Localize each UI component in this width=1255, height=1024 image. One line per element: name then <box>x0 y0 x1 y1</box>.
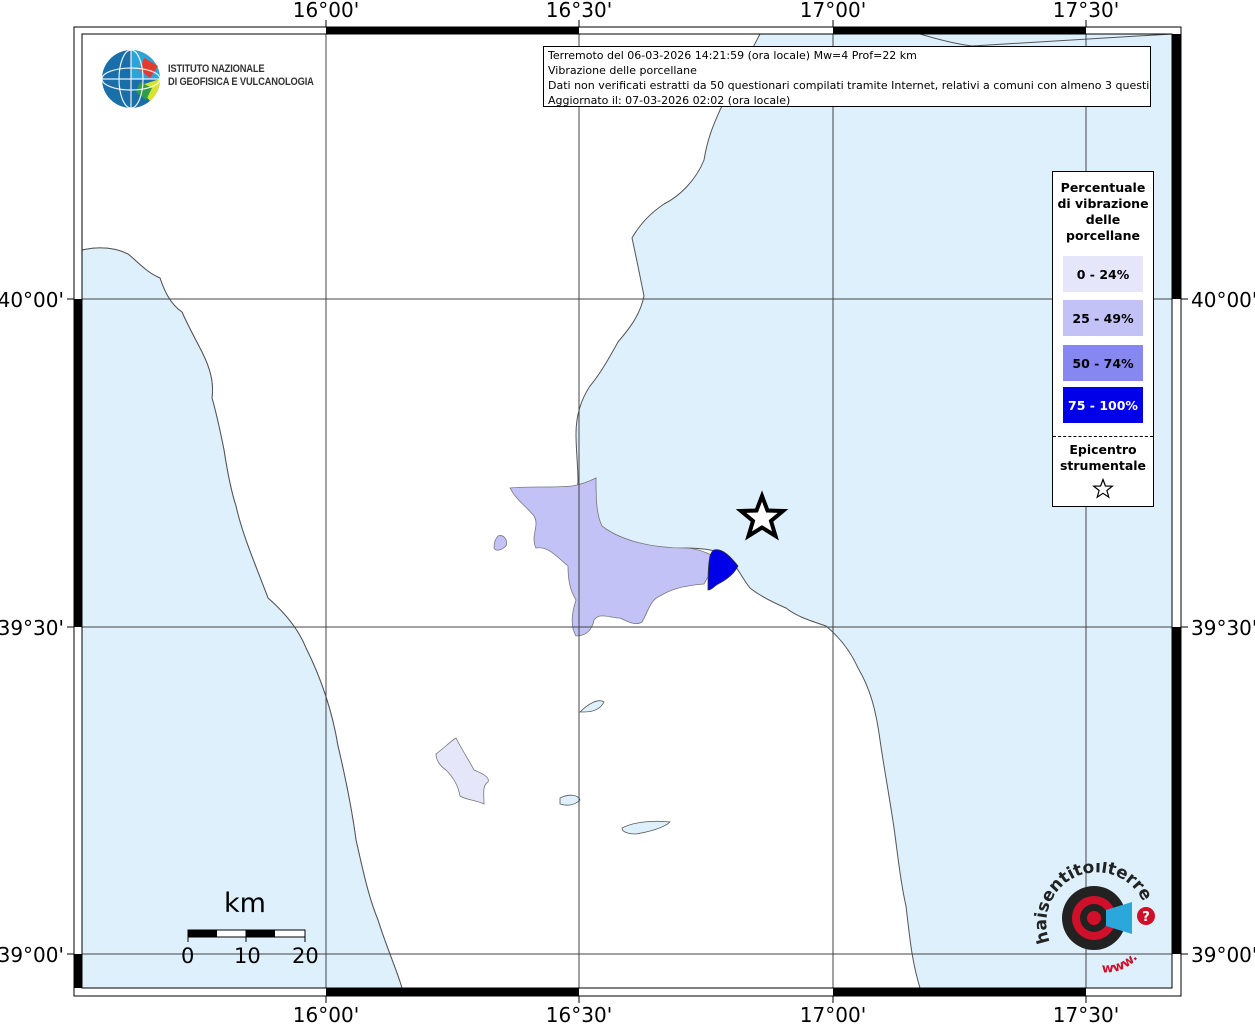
legend-epicenter-line: Epicentro <box>1069 442 1137 457</box>
target-icon <box>1062 886 1132 950</box>
ingv-name-line2: DI GEOFISICA E VULCANOLOGIA <box>168 76 314 88</box>
lon-label-top: 17°30' <box>1053 0 1119 22</box>
ingv-logo: ISTITUTO NAZIONALE DI GEOFISICA E VULCAN… <box>100 48 320 110</box>
lon-label-bottom: 16°00' <box>293 1003 359 1024</box>
legend-item-label: 50 - 74% <box>1072 355 1134 371</box>
lon-label-bottom: 17°30' <box>1053 1003 1119 1024</box>
legend-item: 50 - 74% <box>1063 345 1143 381</box>
legend-divider <box>1053 436 1153 437</box>
legend-item-label: 75 - 100% <box>1068 397 1138 413</box>
legend-item: 0 - 24% <box>1063 256 1143 292</box>
legend-epicenter-line: strumentale <box>1059 458 1147 473</box>
svg-text:?: ? <box>1142 910 1150 925</box>
lon-label-top: 17°00' <box>800 0 866 22</box>
lon-label-top: 16°00' <box>293 0 359 22</box>
scale-tick-label: 10 <box>234 944 261 968</box>
legend-title-line: porcellane <box>1066 228 1140 243</box>
scale-tick-label: 0 <box>181 944 195 968</box>
lat-label-left: 40°00' <box>0 288 64 312</box>
scale-unit: km <box>224 888 266 919</box>
ingv-name: ISTITUTO NAZIONALE DI GEOFISICA E VULCAN… <box>168 63 314 89</box>
lat-label-left: 39°00' <box>0 943 64 967</box>
legend-item: 25 - 49% <box>1063 300 1143 336</box>
event-info-line: Terremoto del 06-03-2026 14:21:59 (ora l… <box>548 49 917 62</box>
legend-title-line: di vibrazione <box>1057 196 1149 211</box>
legend: Percentuale di vibrazione delle porcella… <box>1052 171 1154 507</box>
lon-label-bottom: 16°30' <box>546 1003 612 1024</box>
legend-item: 75 - 100% <box>1063 387 1143 423</box>
ingv-name-line1: ISTITUTO NAZIONALE <box>168 63 265 75</box>
hst-www-text: www. <box>1102 950 1141 976</box>
lon-label-bottom: 17°00' <box>800 1003 866 1024</box>
event-info-line: Vibrazione delle porcellane <box>548 64 697 77</box>
hst-logo: haisentitoilterremoto.it www. ? <box>1023 847 1164 980</box>
scale-tick-label: 20 <box>292 944 319 968</box>
legend-title-line: delle <box>1085 212 1121 227</box>
lat-label-right: 40°00' <box>1191 288 1255 312</box>
event-info-box: Terremoto del 06-03-2026 14:21:59 (ora l… <box>543 46 1151 107</box>
legend-title-line: Percentuale <box>1060 180 1146 195</box>
legend-item-label: 0 - 24% <box>1076 266 1130 282</box>
legend-epicenter-label: Epicentro strumentale <box>1053 442 1153 474</box>
globe-icon <box>101 49 161 109</box>
legend-item-label: 25 - 49% <box>1072 310 1134 326</box>
event-info-line: Aggiornato il: 07-03-2026 02:02 (ora loc… <box>548 94 791 107</box>
lon-label-top: 16°30' <box>546 0 612 22</box>
lat-label-right: 39°00' <box>1191 943 1255 967</box>
event-info-line: Dati non verificati estratti da 50 quest… <box>548 79 1151 92</box>
legend-title: Percentuale di vibrazione delle porcella… <box>1053 180 1153 244</box>
lat-label-right: 39°30' <box>1191 616 1255 640</box>
lat-label-left: 39°30' <box>0 616 64 640</box>
star-icon <box>1092 478 1114 499</box>
